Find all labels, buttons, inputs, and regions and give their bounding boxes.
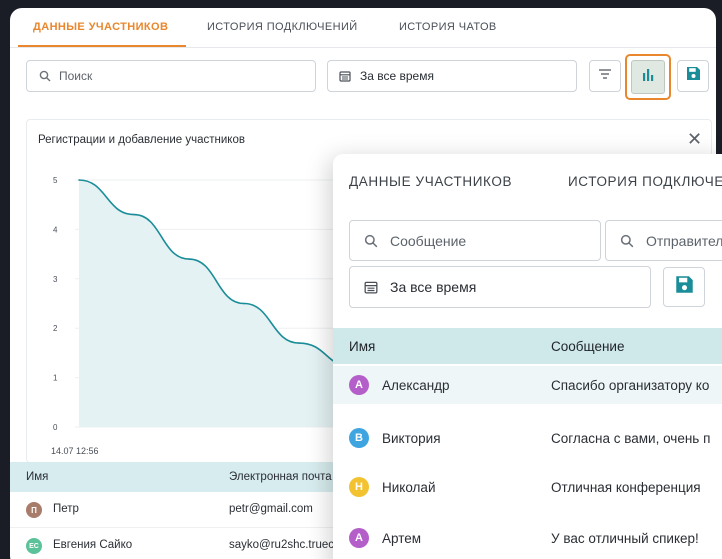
avatar: А <box>349 375 369 395</box>
data-point <box>188 258 190 260</box>
bar-chart-icon <box>641 68 655 86</box>
message-text: Спасибо организатору ко <box>551 378 710 393</box>
data-point <box>298 342 300 344</box>
search-input[interactable]: Поиск <box>26 60 316 92</box>
filter-button[interactable] <box>589 60 621 92</box>
search-icon <box>39 70 51 82</box>
x-tick-label: 14.07 12:56 <box>51 446 99 456</box>
tab-connection-history[interactable]: ИСТОРИЯ ПОДКЛЮЧЕНИЙ <box>207 21 358 33</box>
save-disk-icon <box>686 66 701 86</box>
table-row[interactable]: В Виктория Согласна с вами, очень п <box>333 419 722 457</box>
chats-table-header: Имя Сообщение <box>333 328 722 364</box>
participant-name: Петр <box>53 503 79 515</box>
main-tabs: ДАННЫЕ УЧАСТНИКОВ ИСТОРИЯ ПОДКЛЮЧЕНИЙ ИС… <box>10 8 716 48</box>
participant-name: Евгения Сайко <box>53 539 133 551</box>
search-icon <box>364 234 378 248</box>
series-area <box>79 180 354 427</box>
chart-button[interactable] <box>631 60 665 94</box>
save-disk-icon <box>675 275 694 299</box>
y-tick-label: 5 <box>53 176 58 185</box>
chats-period-select[interactable]: За все время <box>349 266 651 308</box>
calendar-icon <box>364 280 378 294</box>
y-tick-label: 0 <box>53 423 58 432</box>
avatar: А <box>349 528 369 548</box>
participant-email: sayko@ru2shc.truec <box>229 539 334 551</box>
sender-name: Александр <box>382 378 450 393</box>
message-text: У вас отличный спикер! <box>551 531 699 546</box>
message-search-placeholder: Сообщение <box>390 232 467 249</box>
message-search-input[interactable]: Сообщение <box>349 220 601 261</box>
sender-search-placeholder: Отправител <box>646 232 722 249</box>
sender-search-input[interactable]: Отправител <box>605 220 722 261</box>
sender-name: Артем <box>382 531 422 546</box>
avatar: Н <box>349 477 369 497</box>
tab-participant-data[interactable]: ДАННЫЕ УЧАСТНИКОВ <box>33 21 168 33</box>
y-tick-label: 4 <box>53 225 58 234</box>
participant-email: petr@gmail.com <box>229 503 313 515</box>
chats-tab-participant-data[interactable]: ДАННЫЕ УЧАСТНИКОВ <box>349 174 512 189</box>
chart-button-highlight[interactable] <box>625 54 671 100</box>
column-header-email: Электронная почта <box>229 471 332 483</box>
search-placeholder: Поиск <box>59 69 93 83</box>
avatar: П <box>26 502 42 518</box>
data-point <box>78 179 80 181</box>
column-header-message: Сообщение <box>551 339 625 354</box>
period-select[interactable]: За все время <box>327 60 577 92</box>
y-tick-label: 3 <box>53 275 58 284</box>
data-point <box>133 213 135 216</box>
column-header-name: Имя <box>26 471 49 483</box>
y-tick-label: 1 <box>53 374 58 383</box>
active-tab-underline <box>18 45 186 47</box>
search-icon <box>620 234 634 248</box>
message-text: Согласна с вами, очень п <box>551 431 711 446</box>
table-row[interactable]: А Александр Спасибо организатору ко <box>333 366 722 404</box>
column-header-name: Имя <box>349 339 376 354</box>
chats-save-button[interactable] <box>663 267 705 307</box>
y-tick-label: 2 <box>53 324 58 333</box>
chat-history-window: ДАННЫЕ УЧАСТНИКОВ ИСТОРИЯ ПОДКЛЮЧЕН Сооб… <box>333 154 722 559</box>
tab-chat-history[interactable]: ИСТОРИЯ ЧАТОВ <box>399 21 497 33</box>
chats-tab-connection-history[interactable]: ИСТОРИЯ ПОДКЛЮЧЕН <box>568 174 722 189</box>
table-row[interactable]: Н Николай Отличная конференция <box>333 468 722 506</box>
period-value: За все время <box>360 69 434 83</box>
sender-name: Николай <box>382 480 436 495</box>
chats-period-value: За все время <box>390 279 477 295</box>
save-button[interactable] <box>677 60 709 92</box>
table-row[interactable]: А Артем У вас отличный спикер! <box>333 519 722 557</box>
avatar: В <box>349 428 369 448</box>
avatar: ЕС <box>26 538 42 554</box>
sender-name: Виктория <box>382 431 441 446</box>
filter-lines-icon <box>598 67 612 85</box>
calendar-icon <box>339 70 351 82</box>
data-point <box>243 302 245 305</box>
message-text: Отличная конференция <box>551 480 701 495</box>
